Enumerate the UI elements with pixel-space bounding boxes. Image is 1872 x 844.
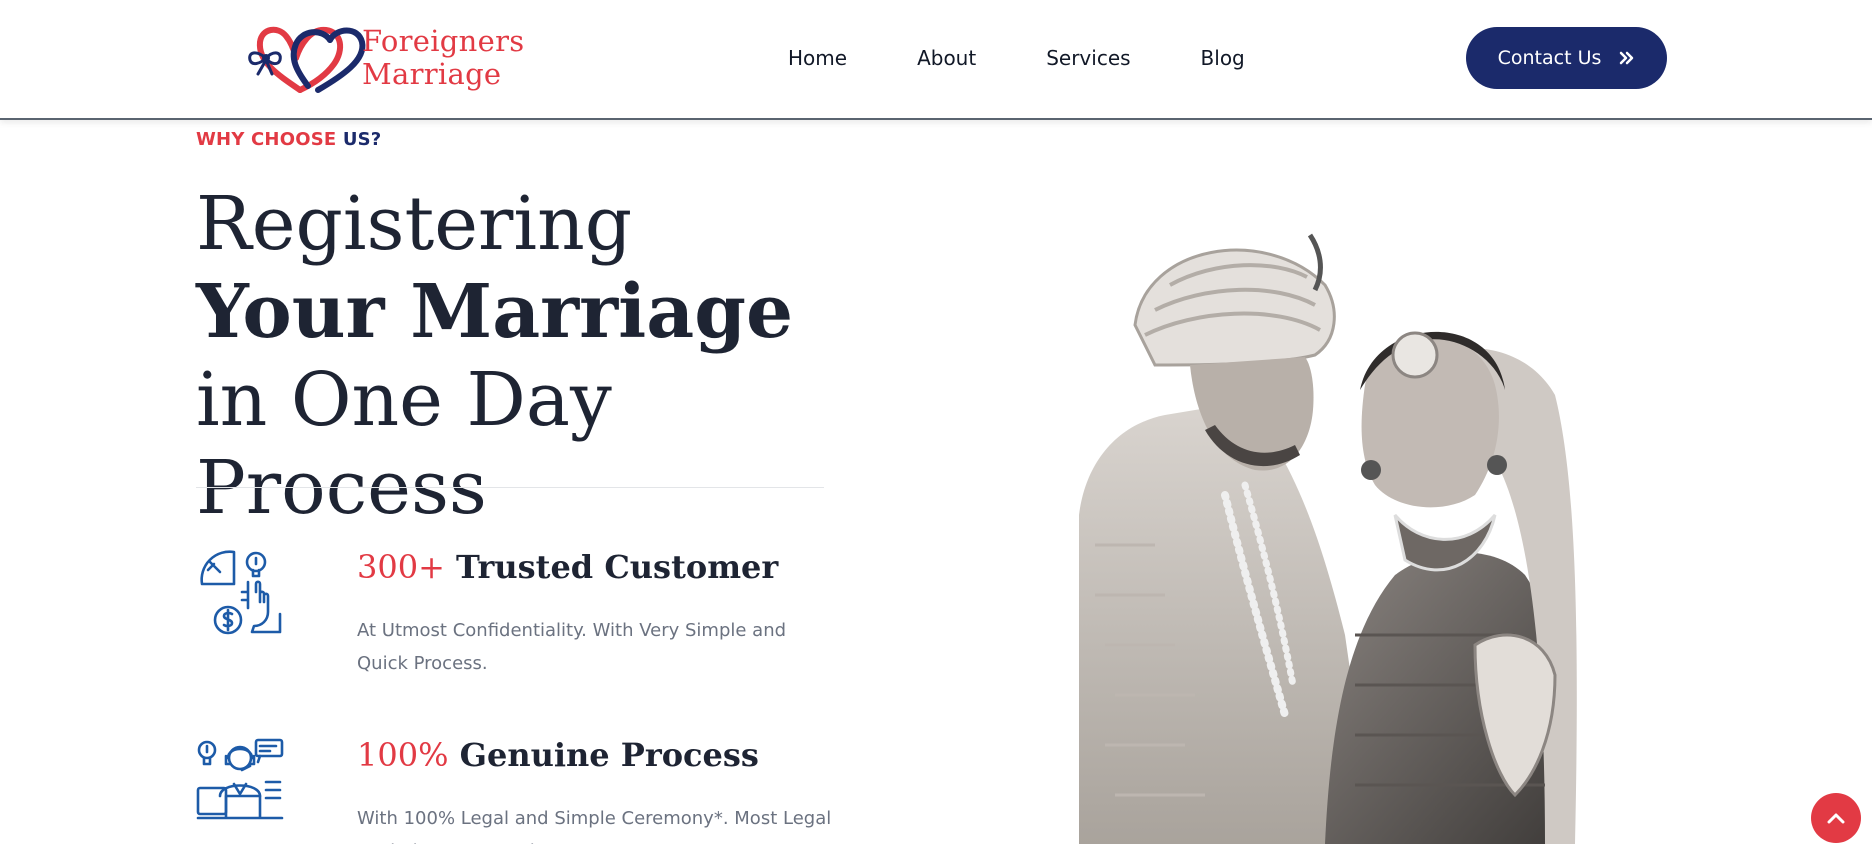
feature-title-1: 300+ Trusted Customer	[357, 548, 778, 586]
headline-part2: in One Day Process	[196, 357, 612, 531]
feature-title-text-1: Trusted Customer	[456, 548, 779, 586]
double-chevron-right-icon	[1620, 51, 1634, 65]
section-eyebrow: WHY CHOOSE US?	[196, 129, 381, 150]
headline-part1: Registering	[196, 181, 633, 267]
nav-item-services[interactable]: Services	[1046, 44, 1130, 72]
headline-bold: Your Marriage	[196, 269, 794, 355]
feature-title-text-2: Genuine Process	[459, 736, 759, 774]
feature-description-2: With 100% Legal and Simple Ceremony*. Mo…	[357, 808, 832, 844]
brand-name-line2: Marriage	[362, 56, 502, 91]
eyebrow-navy: US?	[342, 129, 382, 150]
main-nav: Home About Services Blog	[788, 44, 1245, 72]
brand-name: Foreigners Marriage	[362, 23, 525, 91]
section-divider	[196, 487, 824, 488]
nav-item-about[interactable]: About	[917, 44, 976, 72]
brand-logo[interactable]: Foreigners Marriage	[238, 20, 538, 95]
brand-name-line1: Foreigners	[362, 23, 525, 58]
feature-description-1: At Utmost Confidentiality. With Very Sim…	[357, 620, 787, 674]
nav-item-home[interactable]: Home	[788, 44, 847, 72]
strategy-dollar-hand-icon	[200, 550, 282, 635]
feature-title-2: 100% Genuine Process	[357, 736, 759, 774]
eyebrow-red: WHY CHOOSE	[196, 129, 337, 150]
scroll-to-top-button[interactable]	[1811, 793, 1861, 843]
section-headline: Registering Your Marriage in One Day Pro…	[196, 180, 836, 532]
contact-us-button[interactable]: Contact Us	[1466, 27, 1667, 89]
contact-us-label: Contact Us	[1497, 47, 1602, 69]
nav-item-blog[interactable]: Blog	[1201, 44, 1245, 72]
chevron-up-icon	[1827, 813, 1845, 824]
feature-highlight-1: 300+	[357, 548, 445, 586]
wedding-couple-photo	[1079, 233, 1577, 844]
hearts-with-bow-icon	[248, 26, 366, 93]
site-header: Foreigners Marriage Home About Services …	[0, 0, 1872, 120]
support-agent-icon	[196, 738, 284, 820]
feature-highlight-2: 100%	[357, 736, 449, 774]
